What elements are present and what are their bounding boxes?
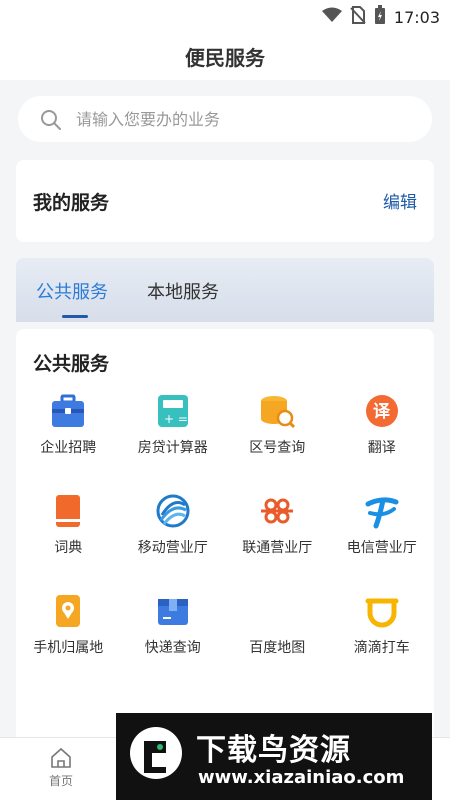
bird-logo-icon: [130, 727, 182, 779]
svg-text:+ =: + =: [164, 412, 188, 426]
tab-public-services[interactable]: 公共服务: [36, 278, 108, 304]
search-input[interactable]: [74, 96, 418, 144]
svg-text:译: 译: [373, 402, 391, 422]
calculator-icon: + =: [157, 395, 188, 427]
service-item-mobile-hall[interactable]: 移动营业厅: [121, 493, 226, 557]
service-item-area-code[interactable]: 区号查询: [225, 393, 330, 457]
search-section: [0, 80, 450, 146]
status-bar: 17:03: [0, 0, 450, 32]
service-item-mortgage-calculator[interactable]: + = 房贷计算器: [121, 393, 226, 457]
service-item-baidu-map[interactable]: 百度地图: [225, 593, 330, 657]
service-grid: 企业招聘 + = 房贷计算器 区号查询 译 翻译 词典 移动营业厅 联通营业厅 …: [16, 393, 434, 657]
banner-url: www.xiazainiao.com: [198, 767, 405, 788]
service-item-recruitment[interactable]: 企业招聘: [16, 393, 121, 457]
tab-local-services[interactable]: 本地服务: [147, 278, 219, 304]
my-services-card: 我的服务 编辑: [16, 160, 434, 242]
service-item-dictionary[interactable]: 词典: [16, 493, 121, 557]
map-icon: [259, 593, 295, 629]
status-time: 17:03: [393, 7, 440, 27]
dictionary-icon: [56, 495, 81, 527]
service-item-telecom-hall[interactable]: 电信营业厅: [330, 493, 435, 557]
nav-home-label: 首页: [48, 774, 73, 788]
search-bar[interactable]: [18, 96, 432, 144]
my-services-title: 我的服务: [33, 192, 110, 214]
china-mobile-icon: [156, 494, 190, 528]
edit-button[interactable]: 编辑: [383, 188, 417, 213]
service-item-translate[interactable]: 译 翻译: [330, 393, 435, 457]
service-tabs: 公共服务 本地服务: [16, 258, 434, 322]
public-services-card: 公共服务 企业招聘 + = 房贷计算器 区号查询 译 翻译 词典 移动营业厅 联…: [16, 329, 434, 749]
china-unicom-icon: [261, 498, 294, 524]
watermark-banner: 下载鸟资源 www.xiazainiao.com: [116, 713, 432, 800]
didi-icon: [365, 598, 399, 628]
nav-home[interactable]: 首页: [38, 746, 84, 789]
translate-icon: 译: [365, 395, 398, 427]
service-item-didi[interactable]: 滴滴打车: [330, 593, 435, 657]
package-icon: [157, 599, 188, 625]
search-icon: [40, 109, 62, 135]
active-tab-indicator: [62, 315, 88, 318]
service-item-phone-location[interactable]: 手机归属地: [16, 593, 121, 657]
service-item-unicom-hall[interactable]: 联通营业厅: [225, 493, 330, 557]
no-sim-icon: [350, 6, 366, 28]
page-title: 便民服务: [185, 46, 265, 70]
page-header: 便民服务: [0, 32, 450, 80]
battery-icon: [374, 5, 386, 29]
banner-site-name: 下载鸟资源: [196, 733, 351, 768]
briefcase-icon: [52, 394, 85, 427]
public-services-title: 公共服务: [33, 353, 110, 375]
database-search-icon: [261, 396, 296, 429]
phone-location-icon: [56, 595, 81, 627]
china-telecom-icon: [365, 497, 399, 529]
home-icon: [51, 747, 71, 768]
wifi-icon: [321, 7, 342, 27]
service-item-express-tracking[interactable]: 快递查询: [121, 593, 226, 657]
